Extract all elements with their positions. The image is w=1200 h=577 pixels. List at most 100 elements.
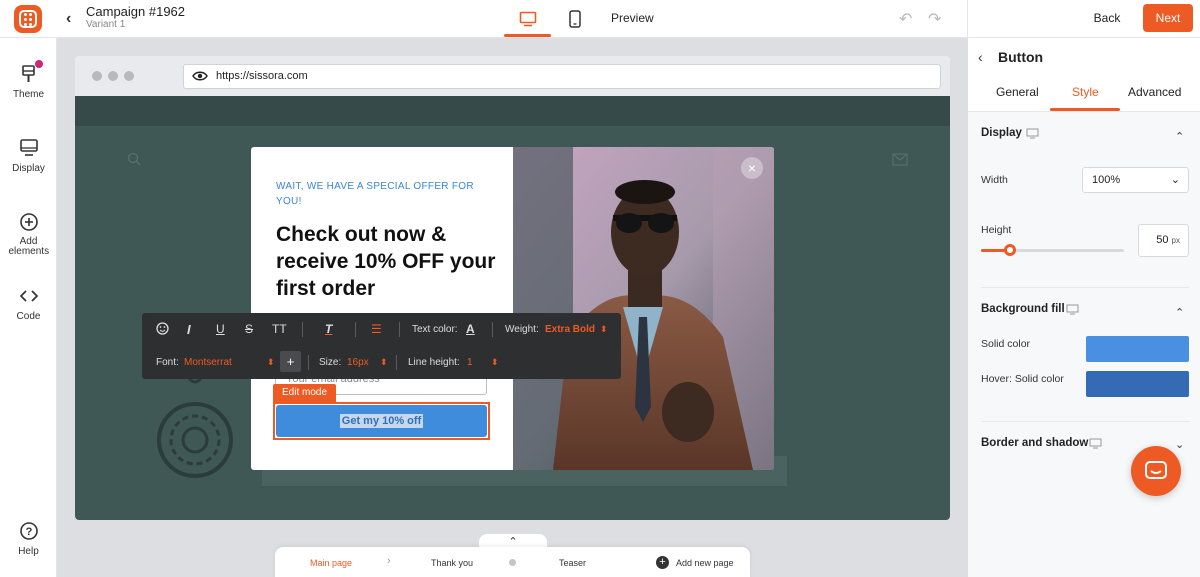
toolbar-row-font: Font: Montserrat ⬍ + Size: 16px ⬍ Line h… xyxy=(142,346,621,379)
url-text: https://sissora.com xyxy=(216,70,308,82)
height-input[interactable]: 50 px xyxy=(1138,224,1189,257)
panel-title: Button xyxy=(998,49,1044,65)
back-button[interactable]: Back xyxy=(1082,4,1132,32)
preview-button[interactable]: Preview xyxy=(611,11,654,25)
text-color-icon[interactable]: A xyxy=(466,322,475,337)
site-navbar xyxy=(75,96,950,126)
emoji-icon[interactable] xyxy=(156,322,169,340)
sidebar-item-label: Theme xyxy=(12,89,45,100)
redo-icon[interactable]: ↷ xyxy=(928,9,941,29)
edit-mode-badge: Edit mode xyxy=(273,384,336,402)
undo-icon[interactable]: ↶ xyxy=(899,9,912,29)
solid-color-swatch[interactable] xyxy=(1086,336,1189,362)
weight-select[interactable]: Extra Bold xyxy=(545,322,595,337)
page-tab-teaser[interactable]: Teaser xyxy=(559,558,586,568)
site-search-icon xyxy=(127,152,141,166)
line-height-chevron-icon[interactable]: ⬍ xyxy=(491,355,499,370)
sidebar-item-display[interactable]: Display xyxy=(0,137,57,174)
man-in-leather-jacket-image xyxy=(513,147,774,470)
display-icon xyxy=(18,137,40,159)
window-dot xyxy=(92,71,102,81)
font-select[interactable]: Montserrat xyxy=(184,355,232,370)
weight-label: Weight: xyxy=(505,324,539,335)
hover-color-swatch[interactable] xyxy=(1086,371,1189,397)
back-chevron-icon[interactable]: ‹ xyxy=(66,10,71,28)
site-decoration-earring xyxy=(157,368,233,478)
left-sidebar: Theme Display Add elements Code ? Help xyxy=(0,38,57,577)
width-value: 100% xyxy=(1092,174,1121,186)
next-button[interactable]: Next xyxy=(1143,4,1193,32)
popup-eyebrow[interactable]: WAIT, WE HAVE A SPECIAL OFFER FOR YOU! xyxy=(276,179,476,209)
variant-label: Variant 1 xyxy=(86,19,126,30)
width-label: Width xyxy=(981,174,1008,186)
add-font-button[interactable]: + xyxy=(280,351,301,372)
desktop-icon xyxy=(1026,128,1039,139)
top-bar: ‹ Campaign #1962 Variant 1 Preview ↶ ↷ B… xyxy=(0,0,1200,38)
mobile-view-button[interactable] xyxy=(562,0,588,38)
sidebar-item-theme[interactable]: Theme xyxy=(0,60,57,100)
cta-button[interactable]: Get my 10% off xyxy=(276,405,487,437)
text-color-label: Text color: xyxy=(412,324,458,335)
chat-icon xyxy=(1145,461,1167,479)
toolbar-separator xyxy=(396,355,397,370)
help-icon: ? xyxy=(18,520,40,542)
hover-color-label: Hover: Solid color xyxy=(981,373,1064,385)
toolbar-separator xyxy=(399,322,400,337)
page-tab-thank-you[interactable]: Thank you xyxy=(431,558,473,568)
toolbar-separator xyxy=(492,322,493,337)
cta-button-label[interactable]: Get my 10% off xyxy=(339,414,424,428)
toolbar-separator xyxy=(308,355,309,370)
line-height-label: Line height: xyxy=(408,357,460,368)
eye-icon xyxy=(192,71,208,81)
size-label: Size: xyxy=(319,357,342,368)
size-chevron-icon[interactable]: ⬍ xyxy=(380,355,388,370)
app-logo[interactable] xyxy=(14,5,42,33)
width-select[interactable]: 100% ⌄ xyxy=(1082,167,1189,193)
collapse-chevron-icon[interactable]: ⌃ xyxy=(1175,130,1184,143)
support-chat-button[interactable] xyxy=(1131,446,1181,496)
line-height-select[interactable]: 1 xyxy=(467,355,473,370)
sidebar-item-label: Display xyxy=(12,163,45,174)
text-format-toolbar: I U S TT T ☰ Text color: A Weight: Extra… xyxy=(142,313,621,379)
strikethrough-icon[interactable]: S xyxy=(245,322,253,337)
panel-back-icon[interactable]: ‹ xyxy=(978,49,983,65)
clear-format-icon[interactable]: T xyxy=(325,322,332,337)
weight-chevron-icon[interactable]: ⬍ xyxy=(600,322,608,337)
notification-dot xyxy=(34,60,43,68)
separator-dot xyxy=(509,559,516,566)
height-unit: px xyxy=(1171,236,1180,245)
border-shadow-section-title[interactable]: Border and shadow xyxy=(981,437,1088,449)
url-bar[interactable]: https://sissora.com xyxy=(183,64,941,89)
font-chevron-icon[interactable]: ⬍ xyxy=(267,355,275,370)
tab-advanced[interactable]: Advanced xyxy=(1128,85,1181,99)
background-fill-section-title[interactable]: Background fill xyxy=(981,303,1065,315)
toolbar-separator xyxy=(355,322,356,337)
align-center-icon[interactable]: ☰ xyxy=(371,322,382,337)
page-tab-main[interactable]: Main page xyxy=(310,558,352,568)
desktop-icon xyxy=(519,11,536,27)
toolbar-separator xyxy=(302,322,303,337)
sidebar-item-code[interactable]: Code xyxy=(0,285,57,322)
display-section-title[interactable]: Display xyxy=(981,127,1022,139)
sidebar-item-help[interactable]: ? Help xyxy=(0,520,57,557)
collapse-chevron-icon[interactable]: ⌃ xyxy=(1175,306,1184,319)
desktop-view-button[interactable] xyxy=(504,0,551,38)
chevron-down-icon: ⌄ xyxy=(1170,174,1180,186)
add-new-page-button[interactable]: Add new page xyxy=(676,558,734,568)
tab-general[interactable]: General xyxy=(996,85,1039,99)
desktop-icon xyxy=(1089,438,1102,449)
size-select[interactable]: 16px xyxy=(347,355,369,370)
sidebar-item-add-elements[interactable]: Add elements xyxy=(0,211,57,257)
add-page-icon[interactable]: + xyxy=(656,556,669,569)
popup-headline[interactable]: Check out now & receive 10% OFF your fir… xyxy=(276,221,511,302)
height-slider-thumb[interactable] xyxy=(1004,244,1016,256)
text-transform-icon[interactable]: TT xyxy=(272,322,287,337)
tab-style[interactable]: Style xyxy=(1072,85,1099,99)
italic-icon[interactable]: I xyxy=(187,322,191,337)
popup-close-icon[interactable]: × xyxy=(741,157,763,179)
underline-icon[interactable]: U xyxy=(216,322,225,337)
expand-chevron-icon[interactable]: ⌄ xyxy=(1175,438,1184,451)
section-divider xyxy=(981,287,1189,288)
height-value: 50 xyxy=(1156,234,1169,246)
desktop-icon xyxy=(1066,304,1079,315)
